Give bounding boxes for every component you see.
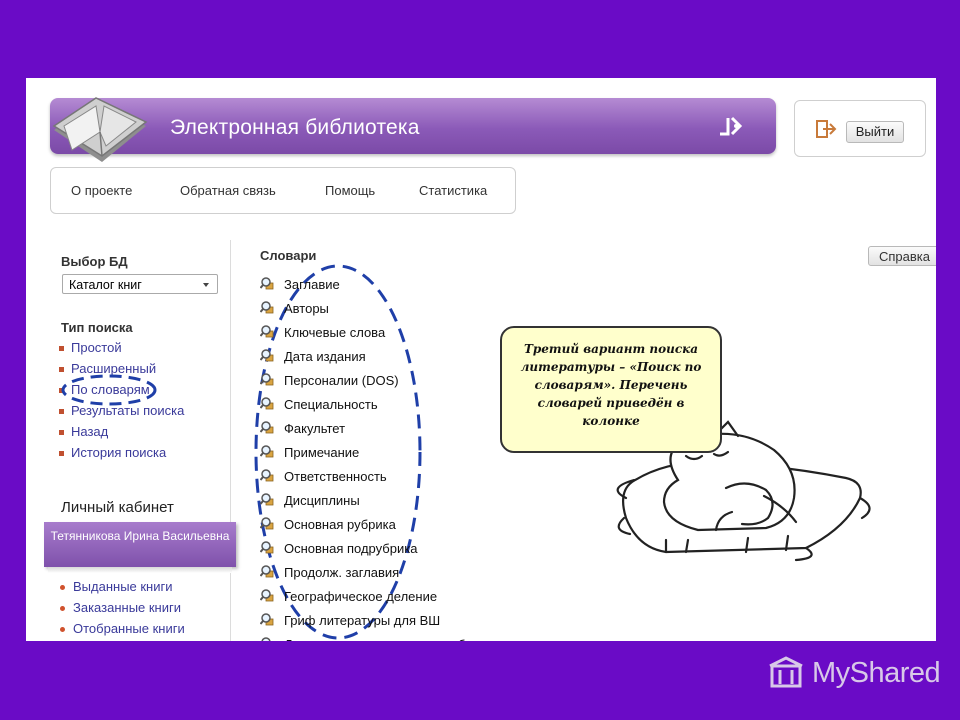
dictionary-item[interactable]: Дисциплины [284, 493, 360, 508]
magnifier-icon [261, 637, 271, 641]
dictionary-item[interactable]: Ключевые слова [284, 325, 385, 340]
watermark-text: MyShared [812, 657, 941, 689]
magnifier-icon [260, 469, 274, 482]
annotation-overlay [61, 264, 871, 640]
magnifier-icon [260, 493, 274, 506]
dictionary-item[interactable]: Специальность [284, 397, 378, 412]
dictionary-item[interactable]: Авторы [284, 301, 329, 316]
callout-box: Третий вариант поиска литературы – «Поис… [500, 326, 722, 453]
magnifier-icon [260, 541, 274, 554]
magnifier-icon [260, 445, 274, 458]
magnifier-icon [260, 589, 274, 602]
dictionary-item[interactable]: Продолж. заглавия [284, 565, 399, 580]
magnifier-icon [260, 397, 274, 410]
magnifier-icon [260, 517, 274, 530]
magnifier-icon [260, 373, 274, 386]
dictionary-item[interactable]: Основная рубрика [284, 517, 396, 532]
menu-highlight-ellipse [61, 374, 157, 406]
dictionary-item[interactable]: Дополнительные сведения об издании [284, 637, 518, 641]
browser-screen: Электронная библиотека Выйти О проекте О… [26, 78, 936, 641]
magnifier-icon [260, 301, 274, 314]
dictionary-item[interactable]: Персоналии (DOS) [284, 373, 399, 388]
dictionary-item[interactable]: Заглавие [284, 277, 340, 292]
dictionary-item[interactable]: Ответственность [284, 469, 387, 484]
magnifier-icon [260, 565, 274, 578]
dictionary-item[interactable]: Факультет [284, 421, 345, 436]
magnifier-icon [260, 613, 274, 626]
dictionary-item[interactable]: Примечание [284, 445, 359, 460]
magnifier-icon [260, 421, 274, 434]
dictionary-item[interactable]: Дата издания [284, 349, 366, 364]
magnifier-icon [260, 325, 274, 338]
magnifier-icon [260, 349, 274, 362]
dictionary-item[interactable]: Гриф литературы для ВШ [284, 613, 440, 628]
dictionary-item[interactable]: Географическое деление [284, 589, 437, 604]
magnifier-icon [260, 277, 274, 290]
dictionary-item[interactable]: Основная подрубрика [284, 541, 417, 556]
